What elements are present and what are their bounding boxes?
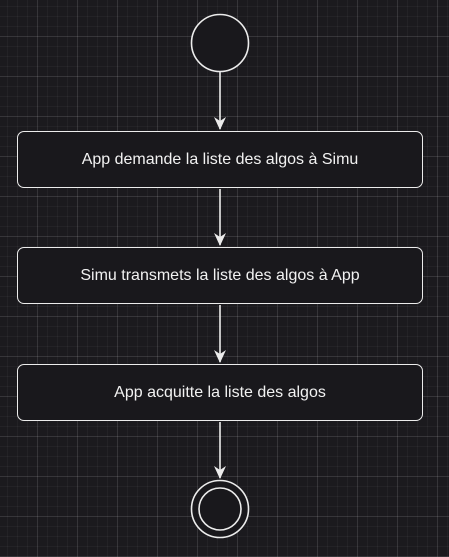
final-node-inner <box>198 487 242 531</box>
action-step-2-label: Simu transmets la liste des algos à App <box>80 266 360 284</box>
diagram-canvas: App demande la liste des algos à Simu Si… <box>0 0 449 557</box>
action-step-2[interactable]: Simu transmets la liste des algos à App <box>17 247 423 304</box>
action-step-3[interactable]: App acquitte la liste des algos <box>17 364 423 421</box>
action-step-1-label: App demande la liste des algos à Simu <box>81 150 359 168</box>
action-step-3-label: App acquitte la liste des algos <box>114 383 326 401</box>
action-step-1[interactable]: App demande la liste des algos à Simu <box>17 131 423 188</box>
initial-node[interactable] <box>190 13 250 73</box>
